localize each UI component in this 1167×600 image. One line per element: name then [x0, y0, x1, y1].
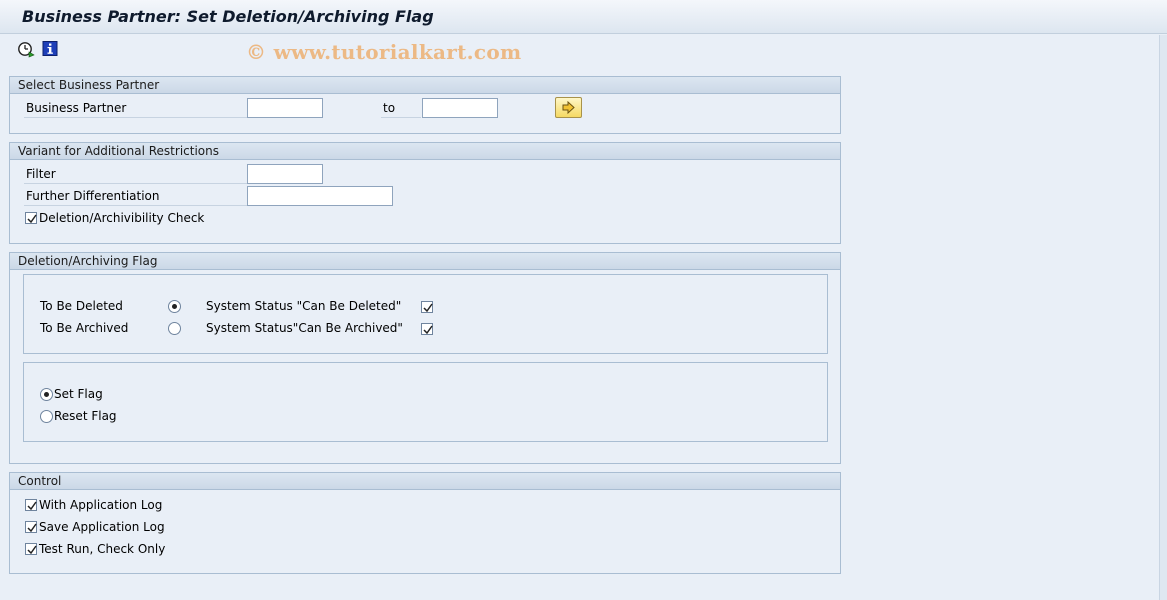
label-underline — [381, 117, 421, 118]
right-scroll-strip — [1159, 35, 1167, 600]
checkmark-icon — [27, 545, 37, 555]
checkmark-icon — [423, 303, 433, 313]
title-bar: Business Partner: Set Deletion/Archiving… — [0, 0, 1167, 34]
system-status-can-be-deleted-checkbox[interactable] — [421, 301, 433, 313]
reset-flag-radio[interactable] — [40, 410, 53, 423]
business-partner-from-input[interactable] — [247, 98, 323, 118]
set-flag-label: Set Flag — [54, 387, 103, 401]
business-partner-to-input[interactable] — [422, 98, 498, 118]
system-status-can-be-archived-label: System Status"Can Be Archived" — [206, 321, 403, 335]
label-underline — [24, 183, 248, 184]
test-run-check-only-checkbox[interactable] — [25, 543, 37, 555]
reset-flag-label: Reset Flag — [54, 409, 117, 423]
further-differentiation-input[interactable] — [247, 186, 393, 206]
with-application-log-label: With Application Log — [39, 498, 163, 512]
checkmark-icon — [27, 501, 37, 511]
status-subframe: To Be Deleted System Status "Can Be Dele… — [23, 274, 828, 354]
multiple-selection-button[interactable] — [555, 97, 582, 118]
label-underline — [24, 205, 248, 206]
to-be-archived-radio[interactable] — [168, 322, 181, 335]
arrow-right-icon — [562, 100, 575, 115]
with-application-log-checkbox[interactable] — [25, 499, 37, 511]
filter-label: Filter — [26, 167, 56, 181]
save-application-log-label: Save Application Log — [39, 520, 165, 534]
watermark-text: © www.tutorialkart.com — [246, 40, 522, 64]
application-toolbar: © www.tutorialkart.com — [0, 35, 1167, 67]
group-header: Select Business Partner — [10, 77, 840, 94]
group-header: Variant for Additional Restrictions — [10, 143, 840, 160]
checkmark-icon — [423, 325, 433, 335]
save-application-log-checkbox[interactable] — [25, 521, 37, 533]
to-be-deleted-label: To Be Deleted — [40, 299, 123, 313]
to-be-deleted-radio[interactable] — [168, 300, 181, 313]
checkmark-icon — [27, 523, 37, 533]
group-deletion-archiving-flag: Deletion/Archiving Flag To Be Deleted Sy… — [9, 252, 841, 464]
system-status-can-be-deleted-label: System Status "Can Be Deleted" — [206, 299, 402, 313]
business-partner-label: Business Partner — [26, 101, 127, 115]
deletion-archivibility-check-label: Deletion/Archivibility Check — [39, 211, 205, 225]
filter-input[interactable] — [247, 164, 323, 184]
to-be-archived-label: To Be Archived — [40, 321, 129, 335]
flag-action-subframe: Set Flag Reset Flag — [23, 362, 828, 442]
to-label: to — [383, 101, 396, 115]
test-run-check-only-label: Test Run, Check Only — [39, 542, 166, 556]
page-title: Business Partner: Set Deletion/Archiving… — [22, 7, 434, 26]
checkmark-icon — [27, 214, 37, 224]
further-differentiation-label: Further Differentiation — [26, 189, 160, 203]
group-header: Deletion/Archiving Flag — [10, 253, 840, 270]
label-underline — [24, 117, 248, 118]
execute-clock-icon[interactable] — [17, 40, 35, 58]
set-flag-radio[interactable] — [40, 388, 53, 401]
group-control: Control With Application Log Save Applic… — [9, 472, 841, 574]
group-select-business-partner: Select Business Partner Business Partner… — [9, 76, 841, 134]
group-variant-restrictions: Variant for Additional Restrictions Filt… — [9, 142, 841, 244]
information-icon[interactable] — [41, 40, 59, 58]
system-status-can-be-archived-checkbox[interactable] — [421, 323, 433, 335]
group-header: Control — [10, 473, 840, 490]
deletion-archivibility-check-checkbox[interactable] — [25, 212, 37, 224]
